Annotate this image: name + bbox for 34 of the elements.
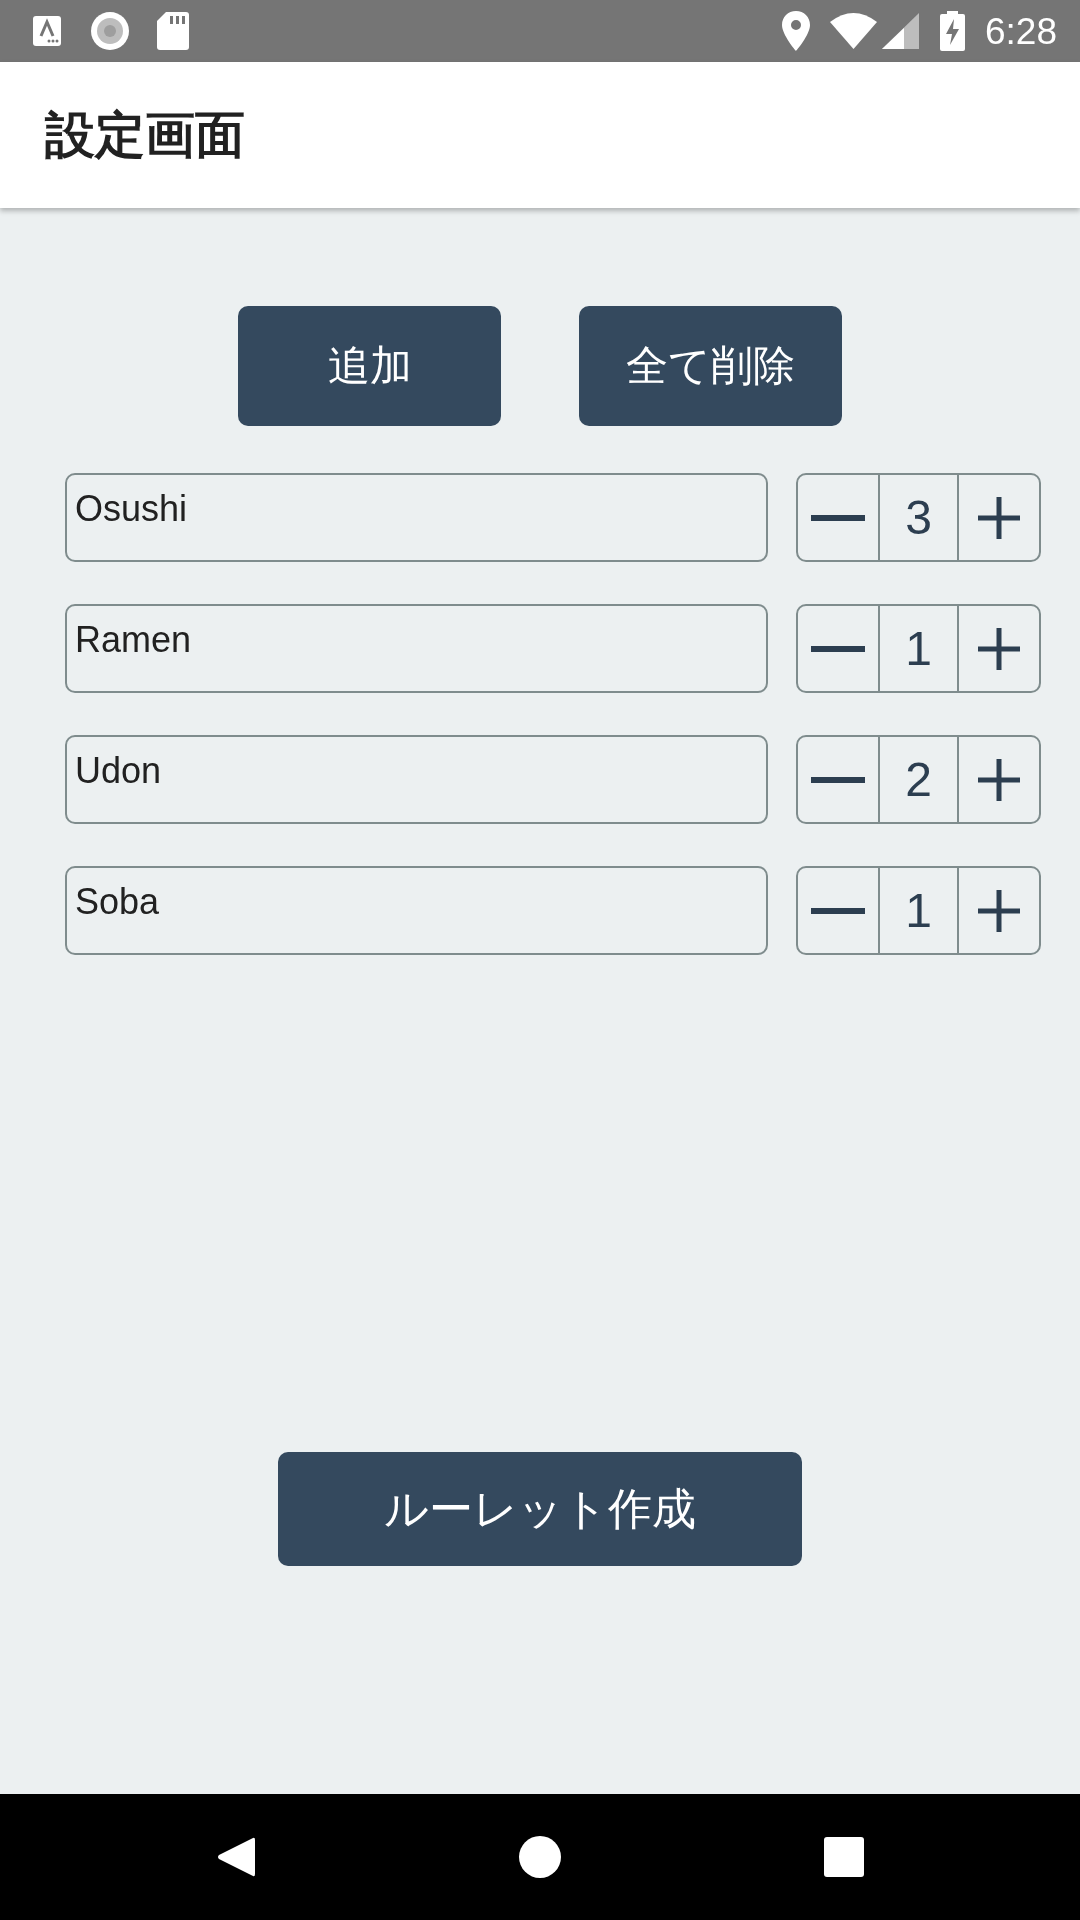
ring-icon bbox=[91, 12, 129, 50]
back-button[interactable] bbox=[215, 1836, 257, 1878]
quantity-value: 2 bbox=[905, 755, 932, 804]
screen-title: 設定画面 bbox=[45, 110, 245, 160]
app-notification-icon bbox=[33, 16, 61, 46]
memory-card-icon bbox=[157, 12, 189, 50]
recents-square-icon bbox=[824, 1837, 864, 1877]
plus-icon bbox=[978, 889, 1020, 932]
signal-icon bbox=[882, 13, 919, 49]
quantity-value: 1 bbox=[905, 624, 932, 673]
quantity-value: 1 bbox=[905, 886, 932, 935]
minus-icon bbox=[811, 907, 865, 914]
wifi-icon bbox=[830, 13, 877, 49]
action-button[interactable]: 追加 bbox=[238, 306, 501, 426]
minus-icon bbox=[811, 776, 865, 783]
minus-icon bbox=[811, 514, 865, 521]
plus-icon bbox=[978, 496, 1020, 539]
status-time: 6:28 bbox=[985, 12, 1057, 50]
plus-icon bbox=[978, 758, 1020, 801]
minus-icon bbox=[811, 645, 865, 652]
item-name-field[interactable]: Soba bbox=[65, 866, 768, 955]
plus-icon bbox=[978, 627, 1020, 670]
location-pin-icon bbox=[782, 11, 810, 51]
home-button[interactable] bbox=[519, 1836, 561, 1878]
action-button[interactable]: 全て削除 bbox=[579, 306, 842, 426]
recents-button[interactable] bbox=[823, 1836, 865, 1878]
quantity-value: 3 bbox=[905, 493, 932, 542]
battery-charging-icon bbox=[940, 11, 965, 51]
item-name-field[interactable]: Udon bbox=[65, 735, 768, 824]
back-triangle-icon bbox=[217, 1836, 255, 1878]
item-name-field[interactable]: Ramen bbox=[65, 604, 768, 693]
item-name-field[interactable]: Osushi bbox=[65, 473, 768, 562]
home-circle-icon bbox=[519, 1836, 561, 1878]
create-roulette-button[interactable]: ルーレット作成 bbox=[278, 1452, 802, 1566]
